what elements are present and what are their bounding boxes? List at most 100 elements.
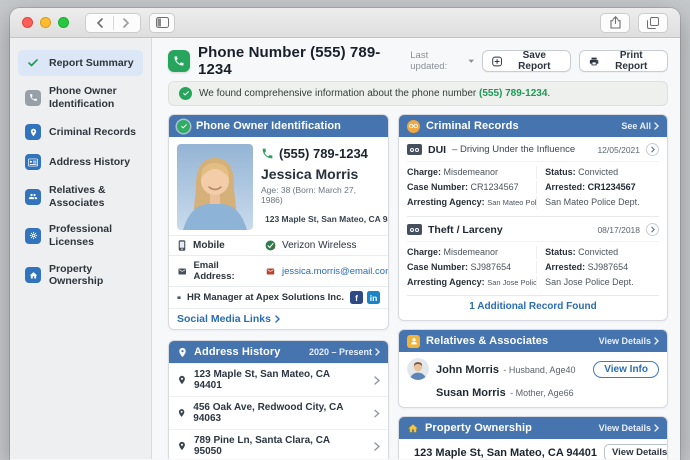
record-agency: San Jose Police Dept. (536, 276, 659, 289)
chevron-right-icon (374, 442, 380, 451)
chevron-right-icon (654, 122, 659, 130)
tab-overview-button[interactable] (638, 13, 668, 33)
address-row[interactable]: 789 Pine Ln, Santa Clara, CA 95050 (169, 429, 388, 459)
social-media-links[interactable]: Social Media Links (169, 308, 388, 329)
card-header: Address History 2020 – Present (169, 341, 388, 363)
property-row: 123 Maple St, San Mateo, CA 94401 View D… (399, 439, 667, 459)
sidebar-item-phone-owner-identification[interactable]: Phone Owner Identification (18, 80, 143, 115)
criminal-record: DUI – Driving Under the Influence 12/05/… (407, 143, 659, 215)
address-row[interactable]: 456 Oak Ave, Redwood City, CA 94063 (169, 396, 388, 429)
sidebar-item-label: Criminal Records (49, 126, 136, 139)
chevron-right-icon (651, 226, 655, 233)
address-history-card: Address History 2020 – Present 123 Maple… (168, 340, 389, 459)
owner-address: 123 Maple St, San Mateo, CA 94401 (265, 214, 389, 224)
card-title: Relatives & Associates (426, 335, 548, 347)
house-icon (407, 423, 419, 434)
card-header: Criminal Records See All (399, 115, 667, 137)
view-details-link[interactable]: View Details (599, 336, 659, 346)
sidebar-item-property-ownership[interactable]: Property Ownership (18, 258, 143, 293)
facebook-icon[interactable]: f (350, 291, 363, 304)
view-info-button[interactable]: View Info (593, 361, 659, 378)
record-title: DUI (428, 144, 446, 156)
record-subtitle: – Driving Under the Influence (452, 144, 575, 155)
print-report-button[interactable]: Print Report (579, 50, 668, 72)
linkedin-icon[interactable]: in (367, 291, 380, 304)
phone-icon (25, 90, 41, 106)
zoom-button[interactable] (58, 17, 69, 28)
additional-records-link[interactable]: 1 Additional Record Found (407, 295, 659, 315)
address-row[interactable]: 123 Maple St, San Mateo, CA 94401 (169, 363, 388, 396)
carrier-icon (265, 240, 276, 251)
owner-occupation-row: HR Manager at Apex Solutions Inc. f in (169, 286, 388, 308)
date-range-link[interactable]: 2020 – Present (309, 347, 380, 357)
sidebar-item-label: Professional Licenses (49, 223, 136, 248)
record-agency: San Mateo Police Dept. (536, 196, 659, 209)
share-button[interactable] (600, 13, 630, 33)
criminal-records-card: Criminal Records See All DU (398, 114, 668, 321)
card-header: Relatives & Associates View Details (399, 330, 667, 352)
property-ownership-card: Property Ownership View Details 123 Mapl… (398, 416, 668, 459)
back-button[interactable] (86, 14, 113, 32)
pin-icon (177, 375, 187, 385)
see-all-link[interactable]: See All (621, 121, 659, 131)
line-type: Mobile (193, 240, 225, 251)
sidebar-item-criminal-records[interactable]: Criminal Records (18, 119, 143, 145)
sidebar-item-address-history[interactable]: Address History (18, 149, 143, 175)
chevron-right-icon (654, 337, 659, 345)
close-button[interactable] (22, 17, 33, 28)
pin-icon (177, 347, 188, 358)
view-details-link[interactable]: View Details (599, 423, 659, 433)
id-card-icon (25, 154, 41, 170)
forward-button[interactable] (114, 14, 141, 32)
email-link[interactable]: jessica.morris@email.com (282, 266, 389, 277)
relative-avatar (407, 358, 429, 380)
carrier-name: Verizon Wireless (282, 240, 356, 251)
expand-record-button[interactable] (646, 143, 659, 156)
relative-name: Susan Morris (436, 387, 506, 399)
briefcase-icon (177, 292, 181, 303)
minimize-button[interactable] (40, 17, 51, 28)
owner-email-row: Email Address: jessica.morris@email.com (169, 255, 388, 286)
record-case-number: Case Number: CR1234567 (407, 181, 536, 194)
card-title: Address History (194, 346, 280, 358)
sidebar-item-label: Property Ownership (49, 263, 136, 288)
owner-address-row: 123 Maple St, San Mateo, CA 94401 (261, 214, 380, 224)
printer-icon (589, 56, 599, 67)
pin-icon (177, 408, 186, 418)
house-icon (25, 267, 41, 283)
envelope-icon (177, 267, 187, 276)
record-date: 12/05/2021 (597, 145, 640, 155)
verified-check-icon (177, 120, 190, 133)
check-icon (25, 55, 41, 71)
main-content: Phone Number (555) 789-1234 Last updated… (152, 38, 680, 459)
phone-icon (168, 50, 190, 72)
last-updated-dropdown[interactable]: Last updated: (410, 50, 474, 72)
sidebar-item-report-summary[interactable]: Report Summary (18, 50, 143, 76)
record-charge: Charge: Misdemeanor (407, 166, 536, 179)
person-icon (407, 335, 420, 348)
sidebar-toggle-button[interactable] (149, 13, 175, 33)
view-details-button[interactable]: View Details (604, 444, 668, 459)
sidebar-item-professional-licenses[interactable]: Professional Licenses (18, 218, 143, 253)
relatives-associates-card: Relatives & Associates View Details (398, 329, 668, 408)
occupation: HR Manager at Apex Solutions Inc. (187, 292, 344, 303)
traffic-lights (22, 17, 69, 28)
record-case-number: Case Number: SJ987654 (407, 261, 536, 274)
record-date: 08/17/2018 (597, 225, 640, 235)
owner-photo (177, 144, 253, 230)
sidebar-item-relatives-associates[interactable]: Relatives & Associates (18, 179, 143, 214)
save-report-button[interactable]: Save Report (482, 50, 571, 72)
relative-relation: - Husband, Age40 (503, 365, 575, 375)
criminal-record: Theft / Larceny 08/17/2018 Charge: Misde… (407, 216, 659, 295)
add-box-icon (492, 56, 502, 67)
pin-icon (25, 124, 41, 140)
expand-record-button[interactable] (646, 223, 659, 236)
owner-name: Jessica Morris (261, 166, 380, 182)
owner-line-type-row: Mobile Verizon Wireless (169, 235, 388, 255)
gear-icon (25, 228, 41, 244)
mobile-icon (177, 240, 187, 251)
owner-phone-number: (555) 789-1234 (279, 146, 368, 161)
banner-text: We found comprehensive information about… (199, 88, 550, 99)
handcuffs-icon (407, 224, 422, 235)
record-charge: Charge: Misdemeanor (407, 246, 536, 259)
